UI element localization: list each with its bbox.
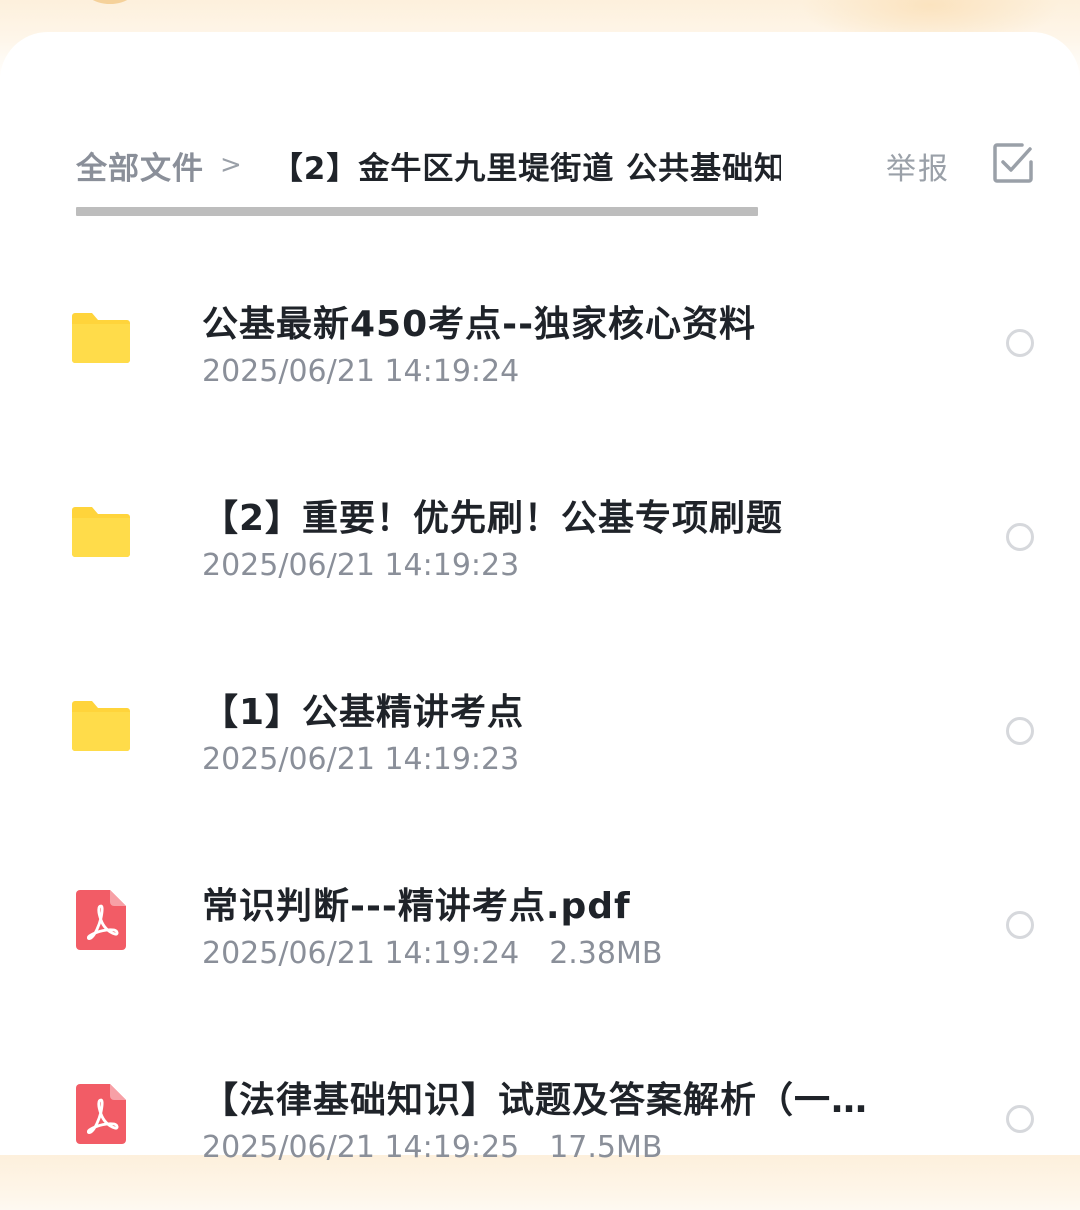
report-button[interactable]: 举报 <box>886 144 950 188</box>
folder-icon <box>68 310 134 370</box>
row-select-radio[interactable] <box>1006 717 1034 745</box>
avatar <box>80 0 140 4</box>
file-date: 2025/06/21 14:19:25 <box>202 1130 520 1165</box>
breadcrumb: 全部文件 > 【2】金牛区九里堤街道 公共基础知识 <box>76 140 781 190</box>
file-meta: 2025/06/21 14:19:23 <box>202 548 519 583</box>
file-date: 2025/06/21 14:19:23 <box>202 548 520 583</box>
file-date: 2025/06/21 14:19:24 <box>202 936 520 971</box>
row-select-radio[interactable] <box>1006 329 1034 357</box>
file-size: 2.38MB <box>549 936 663 971</box>
list-item[interactable]: 【1】公基精讲考点 2025/06/21 14:19:23 <box>0 628 1080 822</box>
pdf-icon <box>68 1084 134 1146</box>
folder-icon <box>68 698 134 758</box>
file-name: 常识判断---精讲考点.pdf <box>202 886 631 927</box>
file-meta: 2025/06/21 14:19:24 2.38MB <box>202 936 662 971</box>
file-name: 公基最新450考点--独家核心资料 <box>202 304 757 345</box>
row-select-radio[interactable] <box>1006 523 1034 551</box>
nav-bar: 全部文件 > 【2】金牛区九里堤街道 公共基础知识 举报 <box>76 140 1036 190</box>
file-name: 【法律基础知识】试题及答案解析（一… <box>202 1080 869 1121</box>
file-meta: 2025/06/21 14:19:23 <box>202 742 519 777</box>
list-item[interactable]: 【法律基础知识】试题及答案解析（一… 2025/06/21 14:19:25 17… <box>0 1016 1080 1210</box>
file-name: 【2】重要！优先刷！公基专项刷题 <box>202 498 784 539</box>
pdf-icon <box>68 890 134 952</box>
list-item[interactable]: 常识判断---精讲考点.pdf 2025/06/21 14:19:24 2.38M… <box>0 822 1080 1016</box>
breadcrumb-scrollbar[interactable] <box>76 207 758 216</box>
file-size: 17.5MB <box>549 1130 663 1165</box>
file-date: 2025/06/21 14:19:24 <box>202 354 520 389</box>
file-date: 2025/06/21 14:19:23 <box>202 742 520 777</box>
list-item[interactable]: 【2】重要！优先刷！公基专项刷题 2025/06/21 14:19:23 <box>0 434 1080 628</box>
breadcrumb-separator: > <box>220 150 242 180</box>
file-name: 【1】公基精讲考点 <box>202 692 525 733</box>
row-select-radio[interactable] <box>1006 911 1034 939</box>
row-select-radio[interactable] <box>1006 1105 1034 1133</box>
breadcrumb-root[interactable]: 全部文件 <box>76 143 204 188</box>
multi-select-icon[interactable] <box>992 142 1034 184</box>
folder-icon <box>68 504 134 564</box>
file-meta: 2025/06/21 14:19:25 17.5MB <box>202 1130 662 1165</box>
file-meta: 2025/06/21 14:19:24 <box>202 354 519 389</box>
breadcrumb-current-folder: 【2】金牛区九里堤街道 公共基础知识 <box>271 150 781 187</box>
list-item[interactable]: 公基最新450考点--独家核心资料 2025/06/21 14:19:24 <box>0 240 1080 434</box>
